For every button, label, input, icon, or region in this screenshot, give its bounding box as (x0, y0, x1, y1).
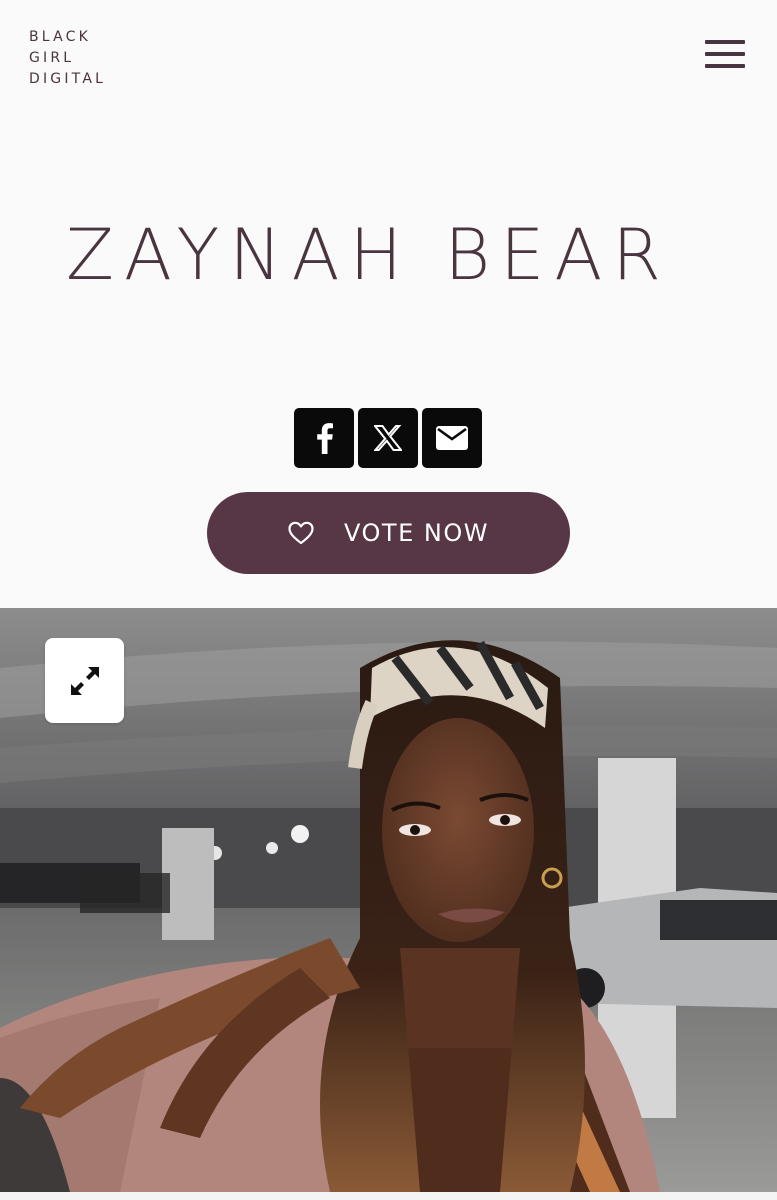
expand-photo-button[interactable] (45, 638, 124, 723)
contestant-page: BLACK GIRL DIGITAL ZAYNAH BEAR VOTE NOW (0, 0, 777, 1200)
share-x-button[interactable] (358, 408, 418, 468)
hamburger-menu-icon[interactable] (705, 40, 745, 70)
page-bottom-edge (0, 1192, 777, 1200)
vote-now-label: VOTE NOW (344, 519, 489, 547)
heart-icon (288, 521, 314, 545)
x-twitter-icon (374, 425, 402, 451)
share-buttons (294, 408, 482, 468)
menu-bar-middle (705, 52, 745, 56)
share-facebook-button[interactable] (294, 408, 354, 468)
facebook-icon (317, 423, 333, 454)
share-email-button[interactable] (422, 408, 482, 468)
logo-line-2: GIRL (29, 50, 75, 66)
expand-arrows-icon (70, 666, 99, 695)
logo-line-3: DIGITAL (29, 71, 107, 87)
brand-logo[interactable]: BLACK GIRL DIGITAL (29, 27, 106, 90)
email-icon (436, 426, 468, 450)
menu-bar-bottom (705, 64, 745, 68)
contestant-name: ZAYNAH BEAR (66, 214, 671, 296)
logo-line-1: BLACK (29, 29, 92, 45)
vote-now-button[interactable]: VOTE NOW (207, 492, 570, 574)
menu-bar-top (705, 40, 745, 44)
